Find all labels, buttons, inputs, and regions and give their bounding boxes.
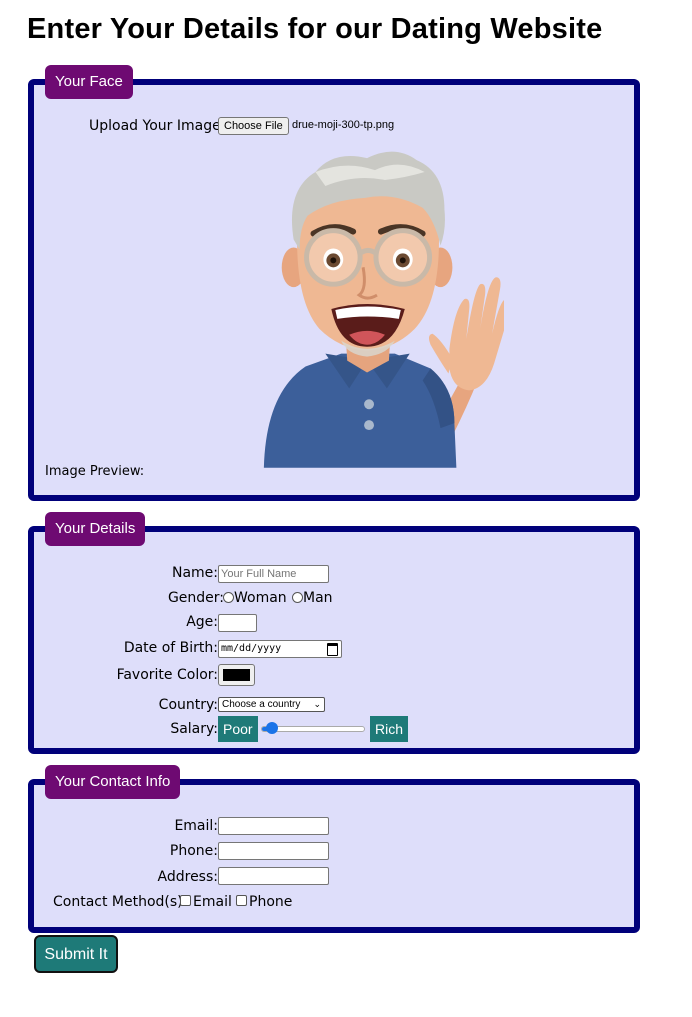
contact-method-label: Contact Method(s) — [53, 894, 183, 910]
image-preview-label: Image Preview: — [45, 464, 145, 479]
choose-file-button[interactable]: Choose File — [218, 117, 289, 135]
gender-man-label: Man — [303, 590, 333, 606]
country-label: Country: — [158, 697, 218, 713]
salary-slider-thumb[interactable] — [266, 722, 279, 734]
contact-email-option: Email — [193, 894, 232, 910]
dob-label: Date of Birth: — [123, 640, 218, 656]
details-legend: Your Details — [45, 512, 146, 546]
address-label: Address: — [157, 869, 218, 885]
dob-input[interactable]: mm/dd/yyyy — [218, 640, 342, 658]
selected-file-name: drue-moji-300-tp.png — [292, 119, 395, 131]
gender-man-radio[interactable] — [292, 592, 303, 603]
email-label: Email: — [174, 818, 218, 834]
gender-woman-label: Woman — [234, 590, 287, 606]
name-placeholder: Your Full Name — [221, 568, 297, 580]
page-title: Enter Your Details for our Dating Websit… — [27, 13, 603, 45]
salary-max-label: Rich — [370, 716, 409, 742]
address-input[interactable] — [218, 867, 329, 885]
color-picker[interactable] — [218, 664, 255, 686]
contact-phone-checkbox[interactable] — [236, 895, 247, 906]
face-legend: Your Face — [45, 65, 133, 99]
salary-slider[interactable] — [261, 722, 365, 734]
phone-label: Phone: — [169, 843, 218, 859]
chevron-down-icon: ⌄ — [313, 699, 321, 709]
age-input[interactable] — [218, 614, 257, 632]
submit-button[interactable]: Submit It — [34, 935, 118, 973]
color-swatch — [223, 669, 250, 681]
contact-fieldset: Your Contact Info Email: Phone: Address:… — [28, 765, 640, 933]
age-label: Age: — [186, 614, 218, 630]
dob-placeholder: mm/dd/yyyy — [221, 643, 282, 654]
salary-label: Salary: — [170, 721, 218, 737]
salary-min-label: Poor — [218, 716, 258, 742]
name-input[interactable]: Your Full Name — [218, 565, 329, 583]
calendar-icon[interactable] — [327, 643, 338, 656]
avatar-image-preview — [263, 151, 504, 468]
details-fieldset: Your Details Name: Your Full Name Gender… — [28, 512, 640, 754]
email-input[interactable] — [218, 817, 329, 835]
face-fieldset: Your Face Upload Your Image: Choose File… — [28, 65, 640, 501]
contact-email-checkbox[interactable] — [180, 895, 191, 906]
gender-label: Gender: — [167, 590, 224, 606]
country-selected-value: Choose a country — [222, 699, 301, 710]
color-label: Favorite Color: — [116, 667, 218, 683]
upload-image-label: Upload Your Image: — [89, 118, 226, 134]
phone-input[interactable] — [218, 842, 329, 860]
contact-legend: Your Contact Info — [45, 765, 181, 799]
contact-phone-option: Phone — [249, 894, 293, 910]
country-select[interactable]: Choose a country ⌄ — [218, 697, 325, 712]
name-label: Name: — [171, 565, 218, 581]
gender-woman-radio[interactable] — [223, 592, 234, 603]
